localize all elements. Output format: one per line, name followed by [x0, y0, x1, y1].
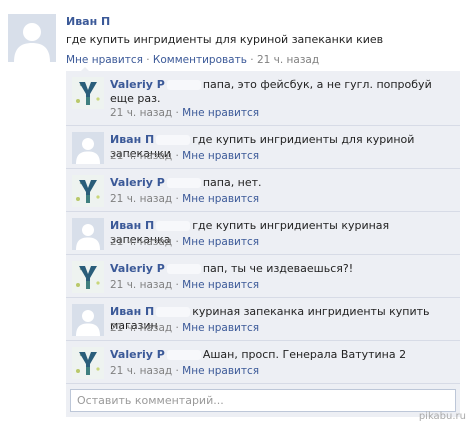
- comment-like-link[interactable]: Мне нравится: [182, 193, 259, 205]
- post-text: где купить ингридиенты для куриной запек…: [66, 33, 384, 46]
- y-logo-icon: [72, 347, 104, 379]
- separator: ·: [172, 236, 183, 248]
- comment-body: Valeriy P пап, ты че издеваешься?!: [110, 262, 450, 276]
- comment-timestamp[interactable]: 21 ч. назад: [110, 107, 172, 119]
- comment-like-link[interactable]: Мне нравится: [182, 107, 259, 119]
- post-timestamp[interactable]: 21 ч. назад: [257, 54, 319, 66]
- post-author-name[interactable]: Иван П: [66, 15, 110, 28]
- redacted-surname: [166, 80, 201, 90]
- separator: ·: [246, 54, 257, 66]
- comment-author[interactable]: Valeriy P: [110, 176, 165, 189]
- comment-timestamp[interactable]: 21 ч. назад: [110, 236, 172, 248]
- post-comment-link[interactable]: Комментировать: [153, 54, 247, 66]
- comment-author[interactable]: Valeriy P: [110, 348, 165, 361]
- comment-timestamp[interactable]: 21 ч. назад: [110, 150, 172, 162]
- comment-text: Ашан, просп. Генерала Ватутина 2: [202, 348, 407, 361]
- facebook-post: Иван П где купить ингридиенты для курино…: [0, 0, 470, 425]
- silhouette-icon: [8, 14, 56, 62]
- comment-meta: 21 ч. назад · Мне нравится: [110, 150, 259, 162]
- redacted-surname: [166, 178, 201, 188]
- comment-item: Valeriy P Ашан, просп. Генерала Ватутина …: [66, 341, 460, 384]
- separator: ·: [142, 54, 153, 66]
- comment-timestamp[interactable]: 21 ч. назад: [110, 279, 172, 291]
- separator: ·: [172, 107, 183, 119]
- comment-body: Valeriy Pпапа, это фейсбук, а не гугл. п…: [110, 78, 450, 106]
- post-author-avatar[interactable]: [8, 14, 56, 62]
- comment-avatar[interactable]: [72, 261, 104, 293]
- comment-meta: 21 ч. назад · Мне нравится: [110, 365, 259, 377]
- comment-author[interactable]: Valeriy P: [110, 78, 165, 91]
- comment-like-link[interactable]: Мне нравится: [182, 236, 259, 248]
- comment-timestamp[interactable]: 21 ч. назад: [110, 322, 172, 334]
- comment-item: Valeriy Pпапа, это фейсбук, а не гугл. п…: [66, 71, 460, 126]
- comment-author[interactable]: Иван П: [110, 133, 154, 146]
- watermark: pikabu.ru: [418, 411, 466, 422]
- y-logo-icon: [72, 77, 104, 109]
- redacted-surname: [156, 221, 191, 231]
- comment-meta: 21 ч. назад · Мне нравится: [110, 279, 259, 291]
- post-actions: Мне нравится · Комментировать · 21 ч. на…: [66, 54, 319, 66]
- comment-item: Иван Пгде купить ингридиенты куриная зап…: [66, 212, 460, 255]
- comment-avatar[interactable]: [72, 218, 104, 250]
- y-logo-icon: [72, 175, 104, 207]
- comment-meta: 21 ч. назад · Мне нравится: [110, 322, 259, 334]
- redacted-surname: [156, 307, 191, 317]
- redacted-surname: [166, 350, 201, 360]
- comment-meta: 21 ч. назад · Мне нравится: [110, 193, 259, 205]
- comment-item: Иван Пкуриная запеканка ингридиенты купи…: [66, 298, 460, 341]
- post-like-link[interactable]: Мне нравится: [66, 54, 143, 66]
- comment-like-link[interactable]: Мне нравится: [182, 150, 259, 162]
- comment-avatar[interactable]: [72, 175, 104, 207]
- comment-item: Valeriy P папа, нет. 21 ч. назад · Мне нра…: [66, 169, 460, 212]
- separator: ·: [172, 322, 183, 334]
- silhouette-icon: [72, 304, 104, 336]
- comment-like-link[interactable]: Мне нравится: [182, 365, 259, 377]
- separator: ·: [172, 193, 183, 205]
- comment-text: пап, ты че издеваешься?!: [202, 262, 354, 275]
- comment-timestamp[interactable]: 21 ч. назад: [110, 365, 172, 377]
- comment-input-area: [66, 384, 460, 417]
- comment-avatar[interactable]: [72, 77, 104, 109]
- comment-author[interactable]: Valeriy P: [110, 262, 165, 275]
- comments-list: Valeriy Pпапа, это фейсбук, а не гугл. п…: [66, 71, 460, 417]
- comment-body: Valeriy P папа, нет.: [110, 176, 450, 190]
- comment-meta: 21 ч. назад · Мне нравится: [110, 107, 259, 119]
- separator: ·: [172, 365, 183, 377]
- comment-timestamp[interactable]: 21 ч. назад: [110, 193, 172, 205]
- comment-like-link[interactable]: Мне нравится: [182, 279, 259, 291]
- comment-avatar[interactable]: [72, 304, 104, 336]
- comment-author[interactable]: Иван П: [110, 219, 154, 232]
- comment-input[interactable]: [70, 389, 456, 412]
- comment-item: Иван Пгде купить ингридиенты для куриной…: [66, 126, 460, 169]
- silhouette-icon: [72, 218, 104, 250]
- comment-item: Valeriy P пап, ты че издеваешься?! 21 ч. н…: [66, 255, 460, 298]
- redacted-surname: [156, 135, 191, 145]
- comment-like-link[interactable]: Мне нравится: [182, 322, 259, 334]
- comment-text: папа, нет.: [202, 176, 262, 189]
- comment-avatar[interactable]: [72, 132, 104, 164]
- comment-meta: 21 ч. назад · Мне нравится: [110, 236, 259, 248]
- separator: ·: [172, 150, 183, 162]
- redacted-surname: [166, 264, 201, 274]
- comment-author[interactable]: Иван П: [110, 305, 154, 318]
- comment-body: Valeriy P Ашан, просп. Генерала Ватутина …: [110, 348, 450, 362]
- separator: ·: [172, 279, 183, 291]
- y-logo-icon: [72, 261, 104, 293]
- silhouette-icon: [72, 132, 104, 164]
- comment-avatar[interactable]: [72, 347, 104, 379]
